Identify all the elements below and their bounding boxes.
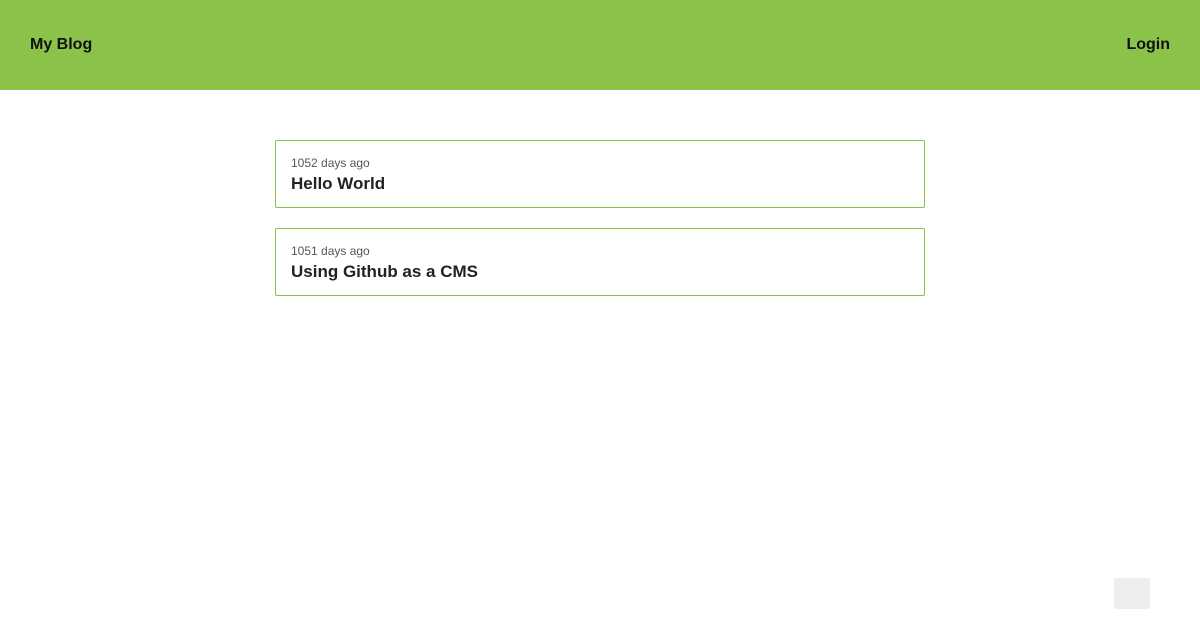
floating-action-button[interactable]	[1114, 578, 1150, 609]
site-header: My Blog Login	[0, 0, 1200, 90]
post-age: 1052 days ago	[291, 156, 370, 170]
brand-link[interactable]: My Blog	[30, 36, 92, 54]
post-title[interactable]: Hello World	[291, 173, 909, 195]
post-card[interactable]: 1052 days ago Hello World	[275, 140, 925, 208]
post-card[interactable]: 1051 days ago Using Github as a CMS	[275, 228, 925, 296]
post-age: 1051 days ago	[291, 244, 370, 258]
post-title[interactable]: Using Github as a CMS	[291, 261, 909, 283]
login-link[interactable]: Login	[1126, 36, 1170, 54]
post-list: 1052 days ago Hello World 1051 days ago …	[275, 140, 925, 316]
